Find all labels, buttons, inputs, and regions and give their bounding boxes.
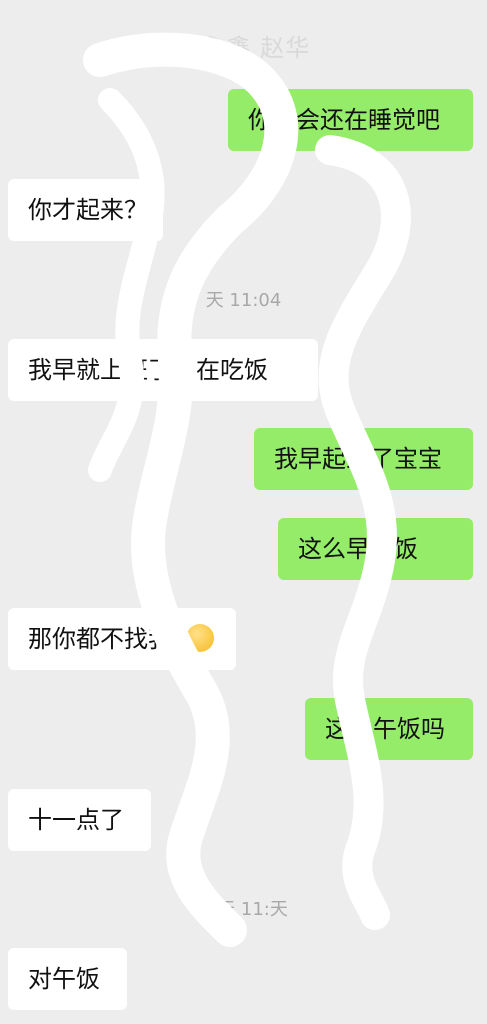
message-text: 对午饭 [28, 965, 100, 993]
message-text: 你不会还在睡觉吧 [248, 106, 440, 134]
chat-window: 杨永鑫 赵华 你不会还在睡觉吧 你才起来？ 天 11:04 我早就上班了。在吃饭… [0, 0, 487, 1024]
message-incoming[interactable]: 那你都不找我 [8, 608, 236, 670]
message-text: 这是午饭吗 [325, 715, 445, 743]
message-text: 那你都不找我 [28, 625, 172, 653]
message-outgoing[interactable]: 你不会还在睡觉吧 [228, 89, 473, 151]
message-incoming[interactable]: 你才起来？ [8, 179, 163, 241]
message-outgoing[interactable]: 我早起来了宝宝 [254, 428, 473, 490]
message-text: 十一点了 [28, 806, 124, 834]
message-outgoing[interactable]: 这是午饭吗 [305, 698, 473, 760]
timestamp: 昨天 11:天 [199, 899, 288, 920]
message-text: 我早起来了宝宝 [274, 445, 442, 473]
message-text: 你才起来？ [28, 196, 148, 224]
message-text: 我早就上班了。在吃饭 [28, 356, 268, 384]
timestamp: 天 11:04 [205, 290, 282, 311]
message-incoming[interactable]: 对午饭 [8, 948, 127, 1010]
message-incoming[interactable]: 十一点了 [8, 789, 151, 851]
message-outgoing[interactable]: 这么早吃饭 [278, 518, 473, 580]
message-text: 这么早吃饭 [298, 535, 418, 563]
thinking-face-emoji-icon [185, 624, 214, 652]
chat-title: 杨永鑫 赵华 [176, 34, 311, 62]
redaction-scribble [83, 32, 411, 947]
message-incoming[interactable]: 我早就上班了。在吃饭 [8, 339, 318, 401]
